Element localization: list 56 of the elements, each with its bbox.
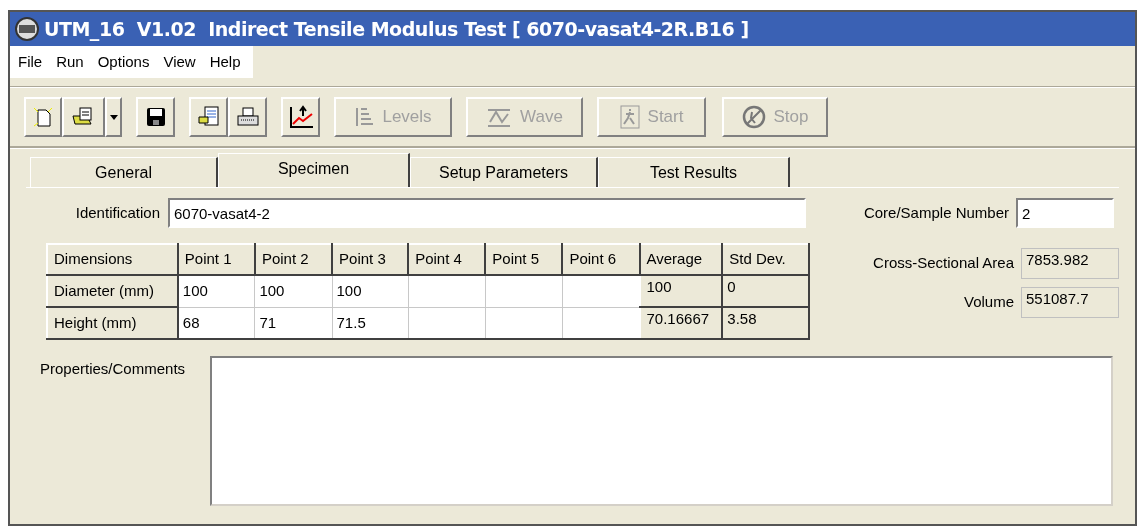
table-cell[interactable]: 100	[177, 275, 255, 307]
menu-item[interactable]: Options	[97, 50, 150, 74]
field-label: Identification	[74, 202, 161, 223]
table-cell[interactable]: 71	[254, 307, 333, 339]
chart-upload-button[interactable]	[281, 97, 320, 137]
window-title: UTM_16 V1.02 Indirect Tensile Modulus Test [ 6070-vasat4-2R.B16 ]	[44, 16, 749, 43]
row-header: Height (mm)	[47, 307, 178, 339]
table-cell[interactable]: 100	[254, 275, 333, 307]
field-label: Properties/Comments	[40, 359, 187, 379]
printer-button[interactable]	[228, 97, 267, 137]
open-file-button[interactable]	[62, 97, 105, 137]
new-document-button[interactable]	[24, 97, 62, 137]
core-sample-number-field[interactable]: 2	[1016, 198, 1114, 228]
row-header: Diameter (mm)	[47, 275, 178, 307]
table-cell[interactable]: 100	[332, 275, 409, 307]
menu-item[interactable]: View	[163, 50, 196, 74]
average-cell: 70.16667	[639, 307, 723, 339]
app-logo-icon	[14, 17, 40, 41]
field-label: Cross-Sectional Area	[872, 253, 1015, 274]
table-cell[interactable]: 71.5	[332, 307, 409, 339]
std-dev-cell: 3.58	[722, 307, 809, 339]
chart-upload-icon	[287, 105, 314, 129]
column-header: Std Dev.	[722, 244, 809, 275]
menu-item[interactable]: Run	[56, 50, 84, 74]
printer-icon	[235, 106, 260, 128]
column-header: Point 5	[485, 244, 563, 275]
new-document-icon	[32, 106, 54, 128]
stop-icon	[741, 105, 766, 129]
identification-field[interactable]: 6070-vasat4-2	[168, 198, 806, 228]
column-header: Dimensions	[47, 244, 178, 275]
tab[interactable]: Test Results	[598, 157, 790, 187]
tab[interactable]: Setup Parameters	[410, 157, 598, 187]
column-header: Point 4	[408, 244, 486, 275]
area-readout: 7853.982	[1021, 248, 1119, 279]
save-disk-button[interactable]	[136, 97, 175, 137]
column-header: Point 3	[332, 244, 409, 275]
volume-readout: 551087.7	[1021, 287, 1119, 318]
table-cell[interactable]: 68	[177, 307, 255, 339]
column-header: Point 6	[562, 244, 640, 275]
bars-icon	[354, 106, 375, 128]
comments-field[interactable]	[210, 356, 1113, 506]
field-label: Core/Sample Number	[862, 202, 1010, 223]
std-dev-cell: 0	[722, 275, 809, 307]
tab[interactable]: Specimen	[218, 153, 410, 188]
average-cell: 100	[639, 275, 723, 307]
running-figure-icon	[619, 105, 640, 129]
tab[interactable]: General	[30, 157, 218, 187]
column-header: Point 1	[177, 244, 255, 275]
column-header: Point 2	[254, 244, 333, 275]
menu-item[interactable]: File	[18, 50, 43, 74]
column-header: Average	[639, 244, 723, 275]
dropdown-caret-button[interactable]	[105, 97, 122, 137]
field-label: Volume	[962, 292, 1015, 313]
dropdown-caret-icon	[109, 114, 118, 120]
menu-item[interactable]: Help	[209, 50, 241, 74]
wave-icon	[486, 106, 513, 128]
